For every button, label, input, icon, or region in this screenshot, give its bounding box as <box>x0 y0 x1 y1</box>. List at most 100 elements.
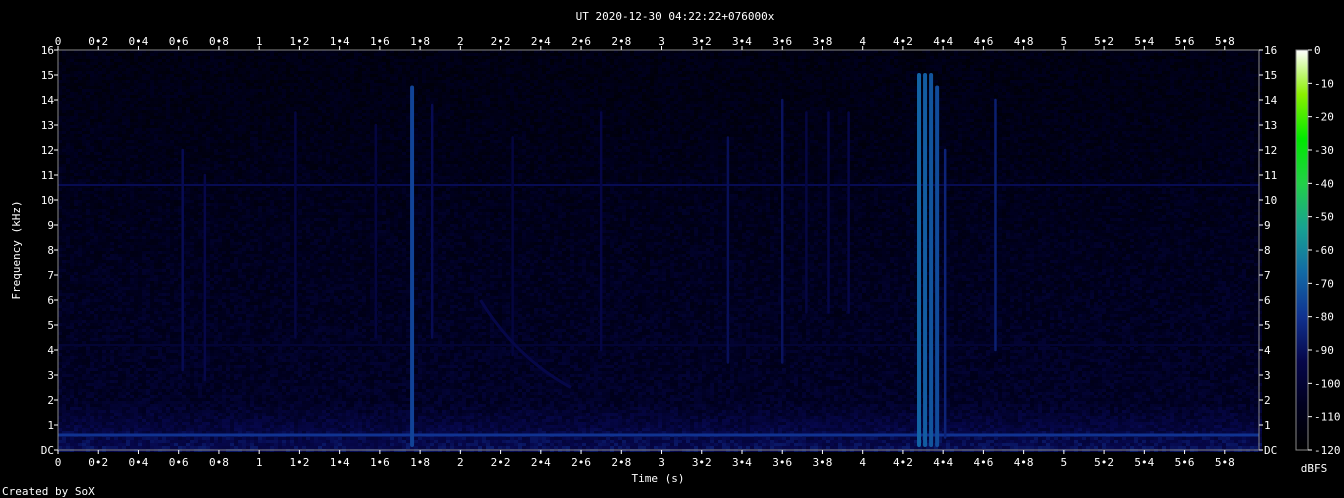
noise-cell <box>846 62 850 65</box>
noise-cell <box>202 80 206 83</box>
noise-cell <box>1118 62 1122 65</box>
noise-cell <box>718 77 722 80</box>
noise-cell <box>554 71 558 74</box>
noise-cell <box>1150 71 1154 74</box>
noise-cell <box>278 65 282 68</box>
noise-cell <box>658 56 662 59</box>
noise-cell <box>686 53 690 56</box>
noise-cell <box>1110 89 1114 92</box>
noise-cell <box>1014 53 1018 56</box>
noise-cell <box>642 62 646 65</box>
noise-cell <box>130 59 134 62</box>
noise-cell <box>1054 77 1058 80</box>
noise-cell <box>1170 89 1174 92</box>
noise-cell <box>1190 74 1194 77</box>
noise-cell <box>798 74 802 77</box>
noise-cell <box>1118 59 1122 62</box>
noise-cell <box>134 95 138 98</box>
noise-cell <box>1002 59 1006 62</box>
noise-cell <box>186 71 190 74</box>
noise-cell <box>718 98 722 101</box>
noise-cell <box>978 74 982 77</box>
noise-cell <box>498 65 502 68</box>
noise-cell <box>546 80 550 83</box>
noise-cell <box>1030 59 1034 62</box>
noise-cell <box>982 92 986 95</box>
noise-cell <box>762 98 766 101</box>
noise-cell <box>138 86 142 89</box>
noise-cell <box>90 56 94 59</box>
noise-cell <box>430 74 434 77</box>
noise-cell <box>346 89 350 92</box>
noise-cell <box>490 98 494 101</box>
noise-cell <box>522 80 526 83</box>
noise-cell <box>218 68 222 71</box>
noise-cell <box>690 95 694 98</box>
noise-cell <box>478 77 482 80</box>
noise-cell <box>86 68 90 71</box>
noise-cell <box>318 74 322 77</box>
noise-cell <box>214 86 218 89</box>
noise-cell <box>210 71 214 74</box>
noise-cell <box>998 86 1002 89</box>
noise-cell <box>150 71 154 74</box>
noise-cell <box>162 89 166 92</box>
noise-cell <box>554 53 558 56</box>
noise-cell <box>486 98 490 101</box>
noise-cell <box>442 68 446 71</box>
noise-cell <box>818 68 822 71</box>
noise-cell <box>650 59 654 62</box>
noise-cell <box>966 86 970 89</box>
noise-cell <box>1042 62 1046 65</box>
noise-cell <box>150 89 154 92</box>
noise-cell <box>470 86 474 89</box>
noise-cell <box>1006 68 1010 71</box>
noise-cell <box>382 83 386 86</box>
noise-cell <box>862 56 866 59</box>
noise-cell <box>898 59 902 62</box>
noise-cell <box>478 95 482 98</box>
noise-cell <box>406 77 410 80</box>
noise-cell <box>326 62 330 65</box>
noise-cell <box>1014 68 1018 71</box>
noise-cell <box>798 65 802 68</box>
noise-cell <box>518 59 522 62</box>
noise-cell <box>898 86 902 89</box>
noise-cell <box>234 65 238 68</box>
noise-cell <box>62 95 66 98</box>
noise-cell <box>614 56 618 59</box>
noise-cell <box>1034 92 1038 95</box>
noise-cell <box>794 53 798 56</box>
noise-cell <box>754 71 758 74</box>
noise-cell <box>906 62 910 65</box>
noise-cell <box>726 71 730 74</box>
noise-cell <box>902 74 906 77</box>
noise-cell <box>582 98 586 101</box>
noise-cell <box>362 95 366 98</box>
noise-cell <box>186 77 190 80</box>
noise-cell <box>1070 74 1074 77</box>
noise-cell <box>838 89 842 92</box>
noise-cell <box>802 77 806 80</box>
noise-cell <box>310 62 314 65</box>
noise-cell <box>910 74 914 77</box>
noise-cell <box>1142 53 1146 56</box>
noise-cell <box>470 71 474 74</box>
noise-cell <box>210 68 214 71</box>
noise-cell <box>986 89 990 92</box>
noise-cell <box>918 65 922 68</box>
noise-cell <box>662 62 666 65</box>
noise-cell <box>862 74 866 77</box>
noise-cell <box>70 77 74 80</box>
noise-cell <box>494 53 498 56</box>
noise-cell <box>1086 59 1090 62</box>
noise-cell <box>810 89 814 92</box>
noise-cell <box>202 86 206 89</box>
noise-cell <box>806 80 810 83</box>
noise-cell <box>706 89 710 92</box>
noise-cell <box>1110 56 1114 59</box>
noise-cell <box>1010 71 1014 74</box>
noise-cell <box>958 80 962 83</box>
noise-cell <box>1110 68 1114 71</box>
noise-cell <box>78 68 82 71</box>
